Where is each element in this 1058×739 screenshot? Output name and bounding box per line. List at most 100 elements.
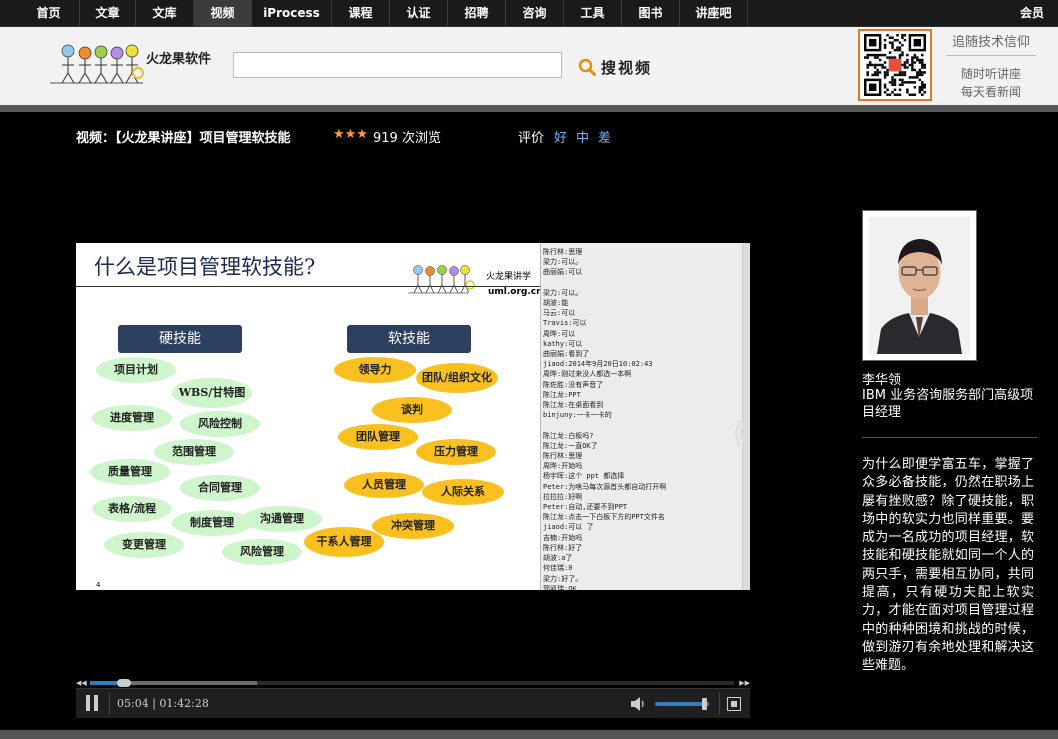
nav-item-iprocess[interactable]: iProcess xyxy=(252,0,332,27)
footer-bar xyxy=(0,730,1058,739)
hard-skill-item: 变更管理 xyxy=(104,532,184,558)
soft-skill-item: 谈判 xyxy=(372,397,452,423)
fast-forward-icon[interactable]: ▶▶ xyxy=(739,678,750,688)
progress-bar[interactable]: ◀◀ ▶▶ xyxy=(76,678,750,688)
fullscreen-button[interactable] xyxy=(727,697,741,711)
progress-handle[interactable] xyxy=(116,679,131,687)
nav-item-jobs[interactable]: 招聘 xyxy=(448,0,506,27)
site-header: 火龙果软件 搜视频 追随技术信仰 随时听讲座 每天看新闻 xyxy=(0,27,1058,105)
chat-message: 陈江龙:PPT xyxy=(543,390,581,399)
nav-item-library[interactable]: 文库 xyxy=(136,0,194,27)
chat-message: 拉拉拉:好啊 xyxy=(543,492,583,501)
pause-button[interactable] xyxy=(86,695,100,713)
nav-item-articles[interactable]: 文章 xyxy=(80,0,136,27)
pause-icon-bar xyxy=(94,695,98,711)
nav-item-courses[interactable]: 课程 xyxy=(332,0,390,27)
rate-medium-link[interactable]: 中 xyxy=(576,127,589,146)
slide-url: uml.org.cn xyxy=(488,287,543,297)
logo-text: 火龙果软件 xyxy=(146,52,212,67)
video-title-row: 视频：【火龙果讲座】项目管理软技能 xyxy=(76,127,291,146)
slide-logo-icon xyxy=(408,265,475,294)
soft-skill-item: 人员管理 xyxy=(344,472,424,498)
nav-item-home[interactable]: 首页 xyxy=(18,0,80,27)
chat-message: 胡波:a了 xyxy=(543,554,573,563)
hard-skill-item: 风险管理 xyxy=(222,539,302,565)
search-button-label: 搜视频 xyxy=(601,58,653,77)
chat-message: 何佳瑞:0 xyxy=(543,564,573,573)
chat-message xyxy=(543,420,748,430)
rewind-icon[interactable]: ◀◀ xyxy=(76,678,87,688)
nav-item-video[interactable]: 视频 xyxy=(194,0,252,27)
nav-item-books[interactable]: 图书 xyxy=(622,0,680,27)
player-controls: 05:04 | 01:42:28 xyxy=(76,688,750,718)
rate-good-link[interactable]: 好 xyxy=(554,127,567,146)
chat-message: 陈行林:思理 xyxy=(543,452,583,461)
chat-message: 梁力:可以。 xyxy=(543,288,583,297)
volume-icon[interactable] xyxy=(630,696,646,712)
chat-message: 马云:可以 xyxy=(543,309,576,318)
chat-message: 梁力:好了。 xyxy=(543,574,583,583)
time-separator: | xyxy=(152,697,156,710)
soft-skills-heading: 软技能 xyxy=(347,325,471,353)
lecture-description: 为什么即便学富五车，掌握了众多必备技能，仍然在职场上屡有挫败感？除了硬技能，职场… xyxy=(862,457,1034,674)
current-time: 05:04 xyxy=(117,697,149,710)
chat-message: 杨宇晖:这个 ppt 都选择 xyxy=(543,472,625,481)
hard-skill-item: 项目计划 xyxy=(96,357,176,383)
chat-message xyxy=(543,278,748,288)
nav-item-certification[interactable]: 认证 xyxy=(390,0,448,27)
time-display: 05:04 | 01:42:28 xyxy=(117,697,209,710)
nav-member[interactable]: 会员 xyxy=(1010,0,1054,27)
volume-slider[interactable] xyxy=(655,702,709,706)
soft-skill-item: 团队管理 xyxy=(338,424,418,450)
chat-message: Peter:自动,还要不到PPT xyxy=(543,503,628,512)
chat-message: 周晔:刚过来没人都选一本啊 xyxy=(543,370,632,379)
soft-skill-item: 冲突管理 xyxy=(372,513,454,539)
hard-skill-item: WBS/甘特图 xyxy=(172,378,252,408)
total-time: 01:42:28 xyxy=(159,697,209,710)
chat-message: 周晔:可以 xyxy=(543,329,576,338)
soft-skill-item: 干系人管理 xyxy=(304,527,384,557)
speaker-name: 李华领 xyxy=(862,373,902,388)
hard-skill-item: 范围管理 xyxy=(154,439,234,465)
video-title-label: 视频： xyxy=(76,131,116,146)
slogan-news: 每天看新闻 xyxy=(960,85,1021,99)
chat-message: 陈江龙:点击一下白板下方的PPT文件名 xyxy=(543,513,665,522)
volume-handle[interactable] xyxy=(701,698,707,710)
search-button[interactable]: 搜视频 xyxy=(578,54,668,80)
chat-message: kathy:可以 xyxy=(543,339,583,348)
qr-code-image xyxy=(858,29,932,101)
pause-icon xyxy=(86,695,90,711)
hard-skill-item: 合同管理 xyxy=(180,475,260,501)
nav-item-lectures[interactable]: 讲座吧 xyxy=(680,0,748,27)
chat-message: jiaod:2014年9月20日10:02:43 xyxy=(543,360,653,369)
chat-message: 曲丽娟:看到了 xyxy=(543,350,590,359)
slide-brand: 火龙果讲学 xyxy=(486,272,532,282)
next-slide-arrow-icon[interactable]: ⟪ xyxy=(732,418,748,448)
hard-skill-item: 表格/流程 xyxy=(92,496,172,522)
rating-stars: ★★★ xyxy=(333,127,368,142)
hard-skill-item: 质量管理 xyxy=(90,459,170,485)
hard-skills-heading: 硬技能 xyxy=(118,325,242,353)
speaker-title: IBM 业务咨询服务部门高级项目经理 xyxy=(862,388,1034,420)
video-player[interactable]: 什么是项目管理软技能? 火龙果讲学 uml.org.cn 硬技能 软技能 项目计… xyxy=(76,243,750,590)
soft-skill-item: 团队/组织文化 xyxy=(416,363,498,393)
soft-skill-item: 人际关系 xyxy=(422,479,504,505)
chat-message: 陈行林:好了 xyxy=(543,543,583,552)
qr-code-icon xyxy=(864,34,926,96)
chat-message: 陈江龙:一直OK了 xyxy=(543,441,598,450)
chat-message: 陈江龙:在桌面看到 xyxy=(543,401,604,410)
chat-message: 周晔:开始吗 xyxy=(543,462,583,471)
header-divider xyxy=(946,55,1036,56)
soft-skill-item: 领导力 xyxy=(334,357,416,383)
chat-message: 郭凯瑞:OK xyxy=(543,584,577,590)
chat-message: 吉楠:开始吗 xyxy=(543,533,583,542)
nav-item-consulting[interactable]: 咨询 xyxy=(506,0,564,27)
view-count: 919 次浏览 xyxy=(373,131,441,146)
nav-item-tools[interactable]: 工具 xyxy=(564,0,622,27)
chat-message: binjuny:一卡一卡的 xyxy=(543,411,612,420)
search-input[interactable] xyxy=(233,52,562,78)
control-divider xyxy=(109,693,110,715)
slogan-lectures: 随时听讲座 xyxy=(960,67,1021,81)
rate-bad-link[interactable]: 差 xyxy=(598,127,611,146)
follow-tagline: 追随技术信仰 xyxy=(951,35,1030,50)
